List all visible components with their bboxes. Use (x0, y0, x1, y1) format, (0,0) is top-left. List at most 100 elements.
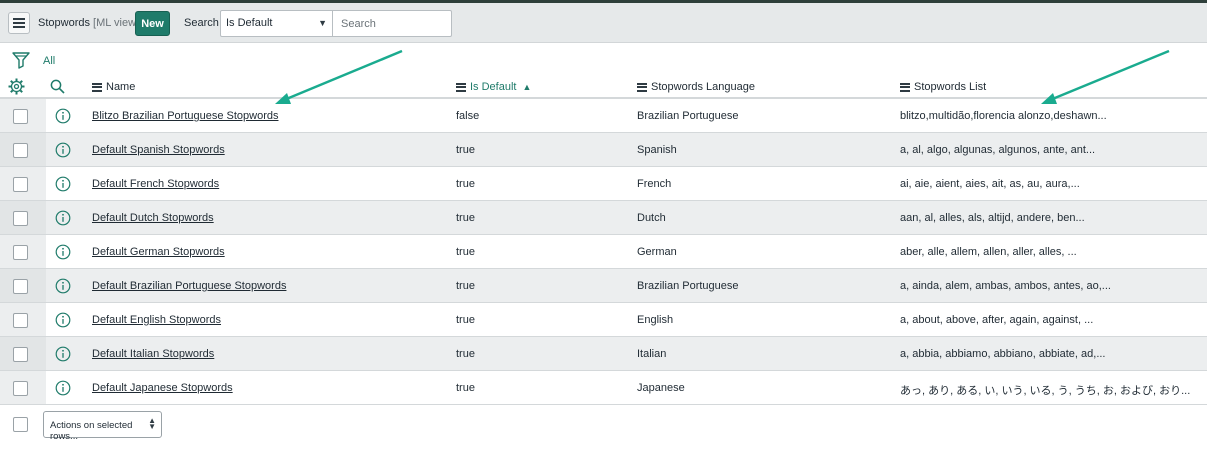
language-cell: Japanese (637, 382, 685, 394)
row-checkbox[interactable] (13, 211, 28, 226)
table-row: Default English Stopwords true English a, a… (0, 303, 1207, 337)
info-icon[interactable] (55, 176, 71, 192)
list-title: Stopwords [ML view] (38, 17, 139, 29)
column-header-is-default-label: Is Default (470, 81, 517, 93)
record-name-link[interactable]: Default Brazilian Portuguese Stopwords (92, 280, 286, 292)
stopwords-list-cell: a, al, algo, algunas, algunos, ante, ant… (900, 144, 1096, 156)
is-default-cell: true (456, 246, 475, 258)
language-cell: Dutch (637, 212, 666, 224)
checkbox-cell (0, 235, 46, 268)
row-checkbox[interactable] (13, 177, 28, 192)
sort-ascending-icon: ▲ (522, 82, 532, 92)
column-header-language[interactable]: Stopwords Language (637, 81, 755, 93)
is-default-cell: true (456, 212, 475, 224)
gear-icon[interactable] (8, 78, 25, 95)
stopwords-list-cell: blitzo,multidão,florencia alonzo,deshawn… (900, 110, 1107, 122)
row-checkbox[interactable] (13, 279, 28, 294)
column-header-name-label: Name (106, 81, 136, 93)
search-field-select[interactable]: Is Default ▼ (220, 10, 333, 37)
new-button[interactable]: New (135, 11, 170, 36)
language-cell: French (637, 178, 672, 190)
caret-down-icon: ▼ (318, 18, 327, 28)
checkbox-cell (0, 167, 46, 200)
row-checkbox[interactable] (13, 109, 28, 124)
is-default-cell: true (456, 348, 475, 360)
search-input[interactable] (332, 10, 452, 37)
table-row: Blitzo Brazilian Portuguese Stopwords fal… (0, 99, 1207, 133)
search-field-value: Is Default (226, 17, 273, 29)
column-header-is-default[interactable]: Is Default ▲ (456, 81, 531, 93)
record-name-link[interactable]: Default Dutch Stopwords (92, 212, 214, 224)
table-row: Default French Stopwords true French ai, ai… (0, 167, 1207, 201)
row-checkbox[interactable] (13, 313, 28, 328)
breadcrumb-all-link[interactable]: All (43, 55, 55, 67)
stopwords-list-cell: あっ, あり, ある, い, いう, いる, う, うち, お, および, おり… (900, 385, 1191, 397)
info-icon[interactable] (55, 142, 71, 158)
column-menu-icon[interactable] (92, 82, 102, 92)
checkbox-cell (0, 201, 46, 234)
row-checkbox[interactable] (13, 245, 28, 260)
info-icon[interactable] (55, 244, 71, 260)
row-checkbox[interactable] (13, 143, 28, 158)
select-all-checkbox[interactable] (13, 417, 28, 432)
stopwords-list-cell: aan, al, alles, als, altijd, andere, ben… (900, 212, 1085, 224)
search-icon[interactable] (50, 79, 65, 94)
column-menu-icon[interactable] (456, 82, 466, 92)
select-updown-icon: ▲ ▼ (148, 416, 156, 431)
is-default-cell: true (456, 382, 475, 394)
stopwords-list-cell: a, abbia, abbiamo, abbiano, abbiate, ad,… (900, 348, 1106, 360)
stopwords-list-cell: aber, alle, allem, allen, aller, alles, … (900, 246, 1077, 258)
column-menu-icon[interactable] (900, 82, 910, 92)
column-header-name[interactable]: Name (92, 81, 135, 93)
stopwords-list-cell: a, ainda, alem, ambas, ambos, antes, ao,… (900, 280, 1111, 292)
table-row: Default Japanese Stopwords true Japanese あっ… (0, 371, 1207, 405)
record-name-link[interactable]: Default French Stopwords (92, 178, 219, 190)
is-default-cell: true (456, 178, 475, 190)
checkbox-cell (0, 337, 46, 370)
info-icon[interactable] (55, 346, 71, 362)
language-cell: English (637, 314, 674, 326)
checkbox-cell (0, 371, 46, 404)
column-header-list[interactable]: Stopwords List (900, 81, 986, 93)
stopwords-list-cell: ai, aie, aient, aies, ait, as, au, aura,… (900, 178, 1080, 190)
stopwords-list-cell: a, about, above, after, again, against, … (900, 314, 1094, 326)
record-name-link[interactable]: Default Japanese Stopwords (92, 382, 233, 394)
search-label: Search (184, 17, 219, 29)
table-row: Default Spanish Stopwords true Spanish a, a… (0, 133, 1207, 167)
record-name-link[interactable]: Default German Stopwords (92, 246, 225, 258)
info-icon[interactable] (55, 312, 71, 328)
checkbox-cell (0, 99, 46, 132)
is-default-cell: false (456, 110, 480, 122)
filter-funnel-icon[interactable] (12, 51, 30, 69)
record-name-link[interactable]: Default Spanish Stopwords (92, 144, 225, 156)
actions-select-label: Actions on selected rows... (50, 420, 133, 442)
column-header-language-label: Stopwords Language (651, 81, 755, 93)
is-default-cell: true (456, 144, 475, 156)
info-icon[interactable] (55, 108, 71, 124)
table-body: Blitzo Brazilian Portuguese Stopwords fal… (0, 99, 1207, 405)
info-icon[interactable] (55, 278, 71, 294)
list-context-menu-button[interactable] (8, 12, 30, 34)
checkbox-cell (0, 303, 46, 336)
list-title-text: Stopwords (38, 17, 90, 29)
list-toolbar: Stopwords [ML view] New Search Is Defaul… (0, 3, 1207, 43)
actions-on-selected-rows-select[interactable]: Actions on selected rows... ▲ ▼ (43, 411, 162, 442)
list-view-name: [ML view] (93, 17, 140, 29)
language-cell: Italian (637, 348, 667, 360)
record-name-link[interactable]: Default Italian Stopwords (92, 348, 214, 360)
language-cell: Brazilian Portuguese (637, 280, 739, 292)
record-name-link[interactable]: Blitzo Brazilian Portuguese Stopwords (92, 110, 278, 122)
info-icon[interactable] (55, 210, 71, 226)
table-row: Default Brazilian Portuguese Stopwords tr… (0, 269, 1207, 303)
table-footer: Actions on selected rows... ▲ ▼ (0, 405, 1207, 445)
language-cell: Brazilian Portuguese (637, 110, 739, 122)
is-default-cell: true (456, 280, 475, 292)
record-name-link[interactable]: Default English Stopwords (92, 314, 221, 326)
table-row: Default German Stopwords true German aber, … (0, 235, 1207, 269)
hamburger-menu-icon (13, 18, 25, 28)
info-icon[interactable] (55, 380, 71, 396)
row-checkbox[interactable] (13, 347, 28, 362)
checkbox-cell (0, 133, 46, 166)
row-checkbox[interactable] (13, 381, 28, 396)
column-menu-icon[interactable] (637, 82, 647, 92)
